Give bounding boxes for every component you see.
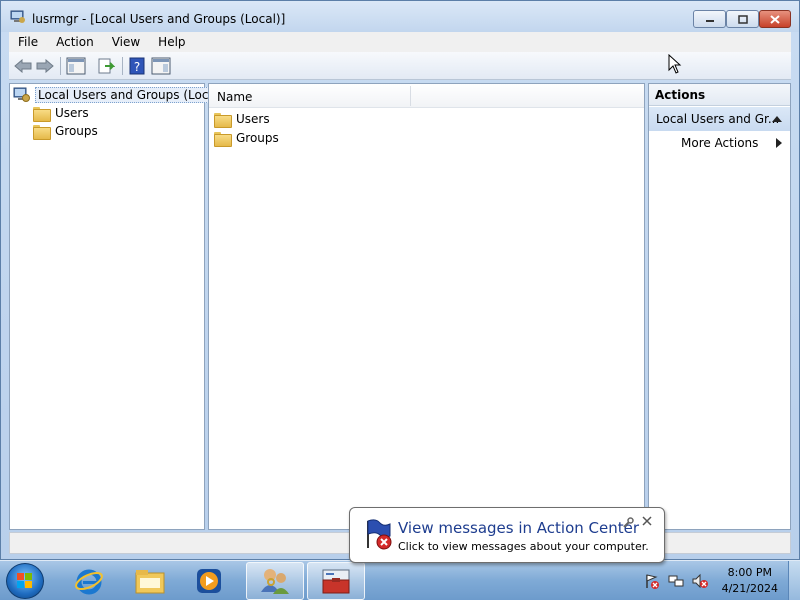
local-users-groups-icon bbox=[13, 87, 30, 102]
action-center-flag-icon bbox=[367, 519, 392, 550]
window-controls bbox=[693, 10, 791, 28]
computer-management-icon bbox=[10, 10, 25, 23]
taskbar-user-accounts[interactable] bbox=[246, 562, 304, 600]
svg-text:?: ? bbox=[134, 60, 140, 74]
balloon-text: Click to view messages about your comput… bbox=[398, 540, 649, 553]
users-key-icon bbox=[261, 569, 289, 594]
taskbar-windows-explorer[interactable] bbox=[121, 562, 179, 600]
folder-icon bbox=[33, 124, 51, 140]
menu-view[interactable]: View bbox=[103, 35, 149, 49]
media-player-icon bbox=[197, 569, 221, 593]
minimize-icon bbox=[705, 20, 714, 22]
clock-date: 4/21/2024 bbox=[721, 582, 778, 595]
folder-icon bbox=[33, 106, 51, 122]
menu-help[interactable]: Help bbox=[149, 35, 194, 49]
menu-bar: File Action View Help bbox=[9, 32, 791, 52]
maximize-button[interactable] bbox=[726, 10, 759, 28]
export-list-button[interactable] bbox=[95, 56, 117, 76]
main-window: lusrmgr - [Local Users and Groups (Local… bbox=[0, 0, 800, 560]
notification-balloon[interactable]: View messages in Action Center Click to … bbox=[349, 507, 665, 563]
back-arrow-icon bbox=[14, 59, 32, 73]
help-icon: ? bbox=[129, 57, 145, 75]
action-pane-icon bbox=[151, 57, 171, 75]
help-button[interactable]: ? bbox=[127, 56, 147, 76]
results-pane: Name Users Groups bbox=[208, 83, 645, 530]
show-hide-action-pane-button[interactable] bbox=[150, 56, 172, 76]
tree-item-users[interactable]: Users bbox=[33, 104, 89, 122]
more-actions-link[interactable]: More Actions bbox=[681, 136, 758, 150]
internet-explorer-icon bbox=[75, 569, 103, 595]
list-item-users[interactable]: Users bbox=[214, 110, 270, 128]
show-hide-console-tree-button[interactable] bbox=[65, 56, 87, 76]
show-desktop-button[interactable] bbox=[788, 561, 800, 600]
actions-title: Actions bbox=[649, 84, 790, 106]
close-button[interactable] bbox=[759, 10, 791, 28]
toolbar-separator bbox=[60, 57, 61, 75]
minimize-button[interactable] bbox=[693, 10, 726, 28]
actions-pane: Actions Local Users and Gr... More Actio… bbox=[648, 83, 791, 530]
taskbar-internet-explorer[interactable] bbox=[60, 562, 118, 600]
back-button[interactable] bbox=[13, 56, 33, 76]
wrench-icon[interactable] bbox=[622, 517, 634, 529]
file-explorer-icon bbox=[135, 570, 165, 594]
list-item-label: Users bbox=[236, 112, 270, 126]
balloon-title[interactable]: View messages in Action Center bbox=[398, 519, 639, 537]
tree-root-label: Local Users and Groups (Local) bbox=[35, 87, 227, 103]
console-tree-pane: Local Users and Groups (Local) Users Gro… bbox=[9, 83, 227, 530]
toolbox-icon bbox=[322, 569, 350, 594]
close-icon bbox=[770, 14, 780, 24]
action-center-icon[interactable] bbox=[644, 573, 660, 589]
menu-action[interactable]: Action bbox=[47, 35, 103, 49]
tree-item-root[interactable]: Local Users and Groups (Local) bbox=[13, 86, 227, 104]
taskbar-computer-management[interactable] bbox=[307, 562, 365, 600]
windows-logo-icon bbox=[17, 573, 32, 588]
forward-arrow-icon bbox=[36, 59, 54, 73]
start-button[interactable] bbox=[6, 563, 44, 599]
column-divider[interactable] bbox=[410, 86, 411, 106]
taskbar: 8:00 PM 4/21/2024 bbox=[0, 560, 800, 600]
tree-item-groups[interactable]: Groups bbox=[33, 122, 98, 140]
network-icon[interactable] bbox=[668, 573, 684, 589]
folder-icon bbox=[214, 112, 232, 128]
mouse-cursor-icon bbox=[668, 54, 682, 74]
tree-item-label: Groups bbox=[55, 124, 98, 138]
tree-item-label: Users bbox=[55, 106, 89, 120]
toolbar-separator bbox=[122, 57, 123, 75]
actions-section-header[interactable]: Local Users and Gr... bbox=[649, 107, 790, 131]
console-tree-icon bbox=[66, 57, 86, 75]
collapse-arrow-icon bbox=[772, 116, 782, 122]
maximize-icon bbox=[737, 14, 748, 24]
list-item-groups[interactable]: Groups bbox=[214, 129, 279, 147]
column-header-name[interactable]: Name bbox=[217, 90, 252, 104]
volume-muted-icon[interactable] bbox=[692, 573, 708, 589]
actions-section-label: Local Users and Gr... bbox=[656, 112, 780, 126]
folder-icon bbox=[214, 131, 232, 147]
clock-time: 8:00 PM bbox=[727, 566, 772, 579]
title-bar[interactable]: lusrmgr - [Local Users and Groups (Local… bbox=[1, 1, 799, 32]
window-title: lusrmgr - [Local Users and Groups (Local… bbox=[32, 12, 286, 26]
forward-button[interactable] bbox=[35, 56, 55, 76]
submenu-arrow-icon bbox=[776, 138, 782, 148]
taskbar-media-player[interactable] bbox=[180, 562, 238, 600]
list-item-label: Groups bbox=[236, 131, 279, 145]
menu-file[interactable]: File bbox=[9, 35, 47, 49]
balloon-close-icon[interactable] bbox=[642, 516, 652, 526]
export-list-icon bbox=[98, 58, 115, 74]
column-header-row: Name bbox=[209, 84, 644, 108]
system-clock[interactable]: 8:00 PM 4/21/2024 bbox=[722, 565, 778, 597]
